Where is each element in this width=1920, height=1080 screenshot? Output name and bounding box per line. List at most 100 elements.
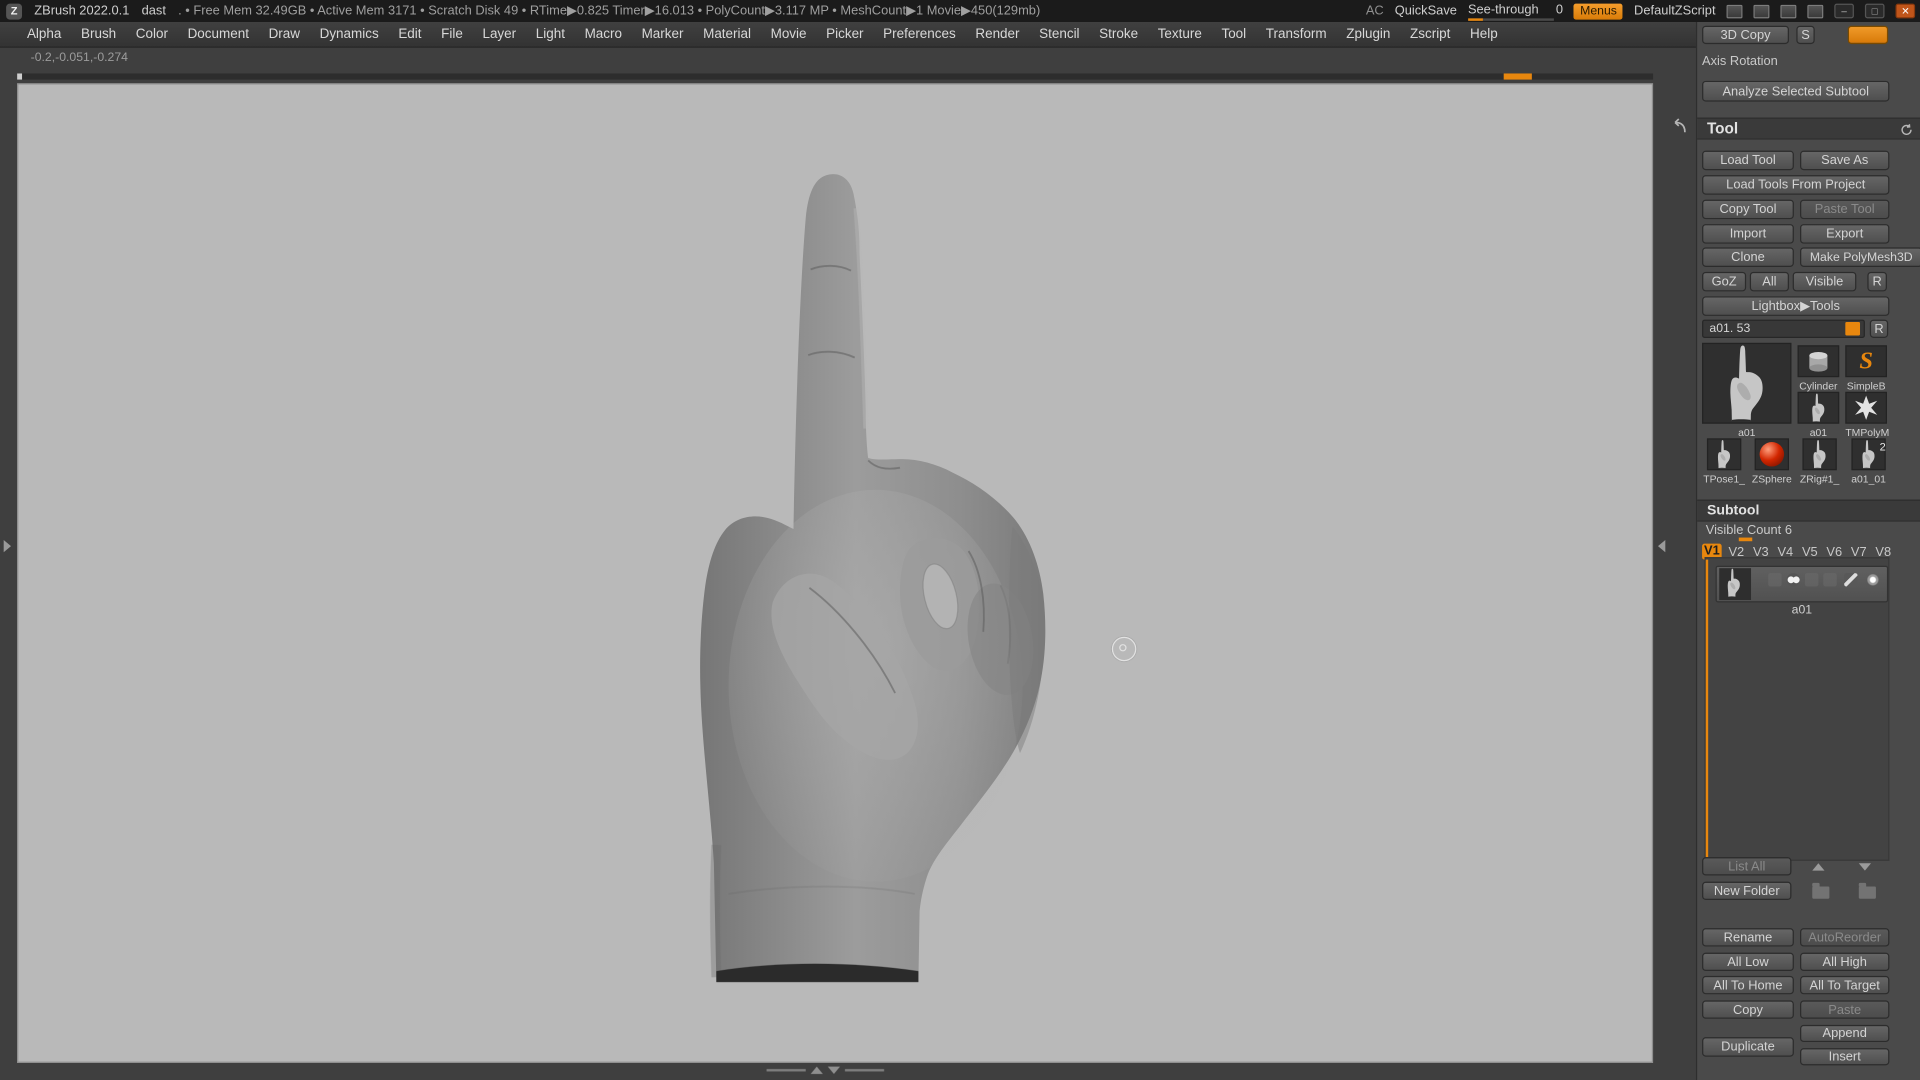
layout-icon[interactable] [1780,4,1797,18]
menu-brush[interactable]: Brush [71,27,126,42]
menu-zscript[interactable]: Zscript [1400,27,1460,42]
folder-up-icon[interactable] [1812,882,1830,899]
tablet-icon[interactable] [1726,4,1743,18]
copy-subtool-button[interactable]: Copy [1702,1000,1794,1019]
copy-tool-button[interactable]: Copy Tool [1702,199,1794,220]
canvas-splitter[interactable] [766,1066,885,1074]
right-tray-arrow[interactable] [1657,540,1666,553]
tool-thumb-a01-small[interactable] [1797,391,1840,424]
menu-draw[interactable]: Draw [259,27,310,42]
append-button[interactable]: Append [1800,1024,1890,1043]
tool-thumb-zrig[interactable] [1802,438,1837,471]
menu-preferences[interactable]: Preferences [873,27,965,42]
menu-dynamics[interactable]: Dynamics [310,27,389,42]
monitor-icon[interactable] [1807,4,1824,18]
uv-icon[interactable] [1804,573,1819,587]
rename-button[interactable]: Rename [1702,928,1794,947]
tool-thumb-tmpolym[interactable] [1845,391,1887,424]
menu-light[interactable]: Light [526,27,575,42]
subtool-scrollbar[interactable] [1705,559,1709,858]
all-high-button[interactable]: All High [1800,952,1890,972]
load-tool-button[interactable]: Load Tool [1702,150,1794,171]
autoreorder-button[interactable]: AutoReorder [1800,928,1890,947]
menu-stroke[interactable]: Stroke [1089,27,1148,42]
tray-collapse-arrow-icon[interactable] [1670,118,1687,135]
viewport-canvas[interactable] [17,83,1654,1063]
menu-color[interactable]: Color [126,27,178,42]
menu-texture[interactable]: Texture [1148,27,1212,42]
paste-subtool-button[interactable]: Paste [1800,1000,1890,1019]
goz-button[interactable]: GoZ [1702,271,1747,292]
menu-layer[interactable]: Layer [473,27,526,42]
quicksave-button[interactable]: QuickSave [1395,4,1457,19]
tool-section-header[interactable]: Tool [1697,117,1920,140]
menu-zplugin[interactable]: Zplugin [1336,27,1400,42]
menu-render[interactable]: Render [966,27,1030,42]
tool-thumb-cylinder[interactable] [1797,345,1840,378]
insert-button[interactable]: Insert [1800,1048,1890,1066]
goz-visible-button[interactable]: Visible [1792,271,1857,292]
visible-count-slider[interactable] [1738,537,1753,542]
menu-picker[interactable]: Picker [816,27,873,42]
slider-r-button[interactable]: R [1869,319,1889,338]
subtool-section-header[interactable]: Subtool [1697,499,1920,522]
all-low-button[interactable]: All Low [1702,952,1794,972]
minimize-button[interactable]: – [1834,3,1854,19]
move-up-button[interactable] [1807,858,1829,875]
goz-r-button[interactable]: R [1867,271,1887,292]
eye-visibility-icon[interactable] [1866,573,1880,587]
orange-toggle-button[interactable] [1847,25,1889,45]
new-folder-button[interactable]: New Folder [1702,881,1792,901]
folder-down-icon[interactable] [1858,882,1876,899]
menu-edit[interactable]: Edit [389,27,432,42]
tool-thumb-zsphere[interactable] [1754,438,1789,471]
move-down-button[interactable] [1854,858,1876,875]
tool-reset-icon[interactable] [1899,122,1914,137]
menu-macro[interactable]: Macro [575,27,632,42]
polypaint-icon[interactable] [1786,573,1801,587]
slider-handle[interactable] [1845,322,1861,336]
analyze-selected-subtool-button[interactable]: Analyze Selected Subtool [1702,80,1890,102]
export-button[interactable]: Export [1800,224,1890,244]
close-button[interactable]: ✕ [1895,3,1916,19]
load-tools-from-project-button[interactable]: Load Tools From Project [1702,175,1890,195]
menus-toggle-button[interactable]: Menus [1574,3,1624,19]
sculpt-icon[interactable] [1768,573,1782,587]
scroll-handle[interactable] [1503,73,1532,80]
pen-icon[interactable] [1844,573,1858,587]
menu-file[interactable]: File [431,27,472,42]
subtool-item-a01[interactable] [1715,565,1889,603]
see-through-slider[interactable]: See-through 0 [1467,2,1563,21]
menu-tool[interactable]: Tool [1212,27,1256,42]
menu-help[interactable]: Help [1460,27,1507,42]
menu-alpha[interactable]: Alpha [17,27,71,42]
paste-tool-button[interactable]: Paste Tool [1800,199,1890,220]
clone-button[interactable]: Clone [1702,247,1794,267]
list-all-button[interactable]: List All [1702,857,1792,876]
s-button[interactable]: S [1796,25,1815,45]
displacement-icon[interactable] [1823,573,1837,587]
duplicate-button[interactable]: Duplicate [1702,1037,1794,1057]
keyboard-icon[interactable] [1753,4,1770,18]
tool-thumb-tpose1[interactable] [1706,438,1742,471]
menu-stencil[interactable]: Stencil [1029,27,1089,42]
all-to-home-button[interactable]: All To Home [1702,975,1794,995]
left-tray-arrow[interactable] [3,540,12,553]
document-scroll-strip[interactable] [17,73,1654,80]
make-polymesh3d-button[interactable]: Make PolyMesh3D [1800,247,1920,267]
active-tool-slider[interactable]: a01. 53 [1702,319,1865,338]
lightbox-tools-button[interactable]: Lightbox▶Tools [1702,296,1890,316]
menu-material[interactable]: Material [693,27,761,42]
menu-movie[interactable]: Movie [761,27,817,42]
tool-thumb-a01-large[interactable] [1702,342,1792,424]
maximize-button[interactable]: □ [1864,3,1885,19]
goz-all-button[interactable]: All [1749,271,1789,292]
menu-transform[interactable]: Transform [1256,27,1336,42]
menu-marker[interactable]: Marker [632,27,694,42]
menu-document[interactable]: Document [178,27,259,42]
tool-thumb-simplebrush[interactable]: S [1845,345,1887,378]
all-to-target-button[interactable]: All To Target [1800,975,1890,995]
default-zscript-button[interactable]: DefaultZScript [1634,4,1715,19]
save-as-button[interactable]: Save As [1800,150,1890,171]
copy-3d-button[interactable]: 3D Copy [1702,25,1789,45]
